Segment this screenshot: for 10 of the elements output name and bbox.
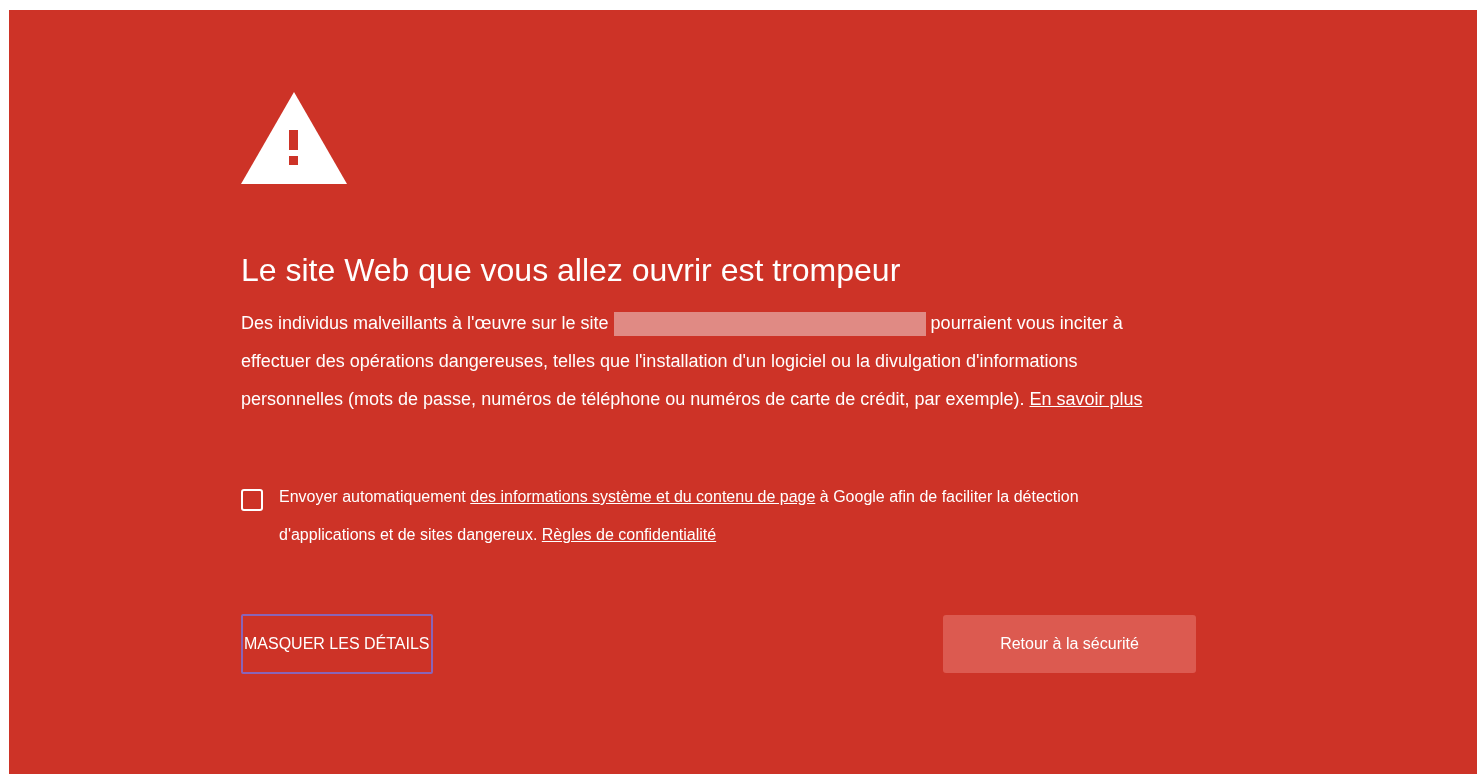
- hide-details-button[interactable]: MASQUER LES DÉTAILS: [241, 614, 433, 674]
- learn-more-link[interactable]: En savoir plus: [1029, 389, 1143, 409]
- system-info-link[interactable]: des informations système et du contenu de page: [470, 488, 816, 505]
- warning-icon: [241, 92, 347, 184]
- back-to-safety-button[interactable]: Retour à la sécurité: [943, 615, 1196, 673]
- warning-title: Le site Web que vous allez ouvrir est trompeur: [241, 251, 902, 290]
- warning-description: Des individus malveillants à l'œuvre sur le site pourraient vous inciter à effectuer des opérations dangereuses, telles que l'installation d'un logiciel ou la divulgation d'informations personnelles (mots de passe, numéros de téléphone ou numéros de carte de crédit, par exemple). En savoir plus: [241, 311, 1144, 411]
- report-text: Envoyer automatiquement des informations système et du contenu de page à Google afin de faciliter la détection d'applications et de sites dangereux. Règles de confidentialité: [279, 487, 1080, 545]
- report-checkbox[interactable]: [241, 489, 263, 511]
- privacy-policy-link[interactable]: Règles de confidentialité: [541, 526, 717, 543]
